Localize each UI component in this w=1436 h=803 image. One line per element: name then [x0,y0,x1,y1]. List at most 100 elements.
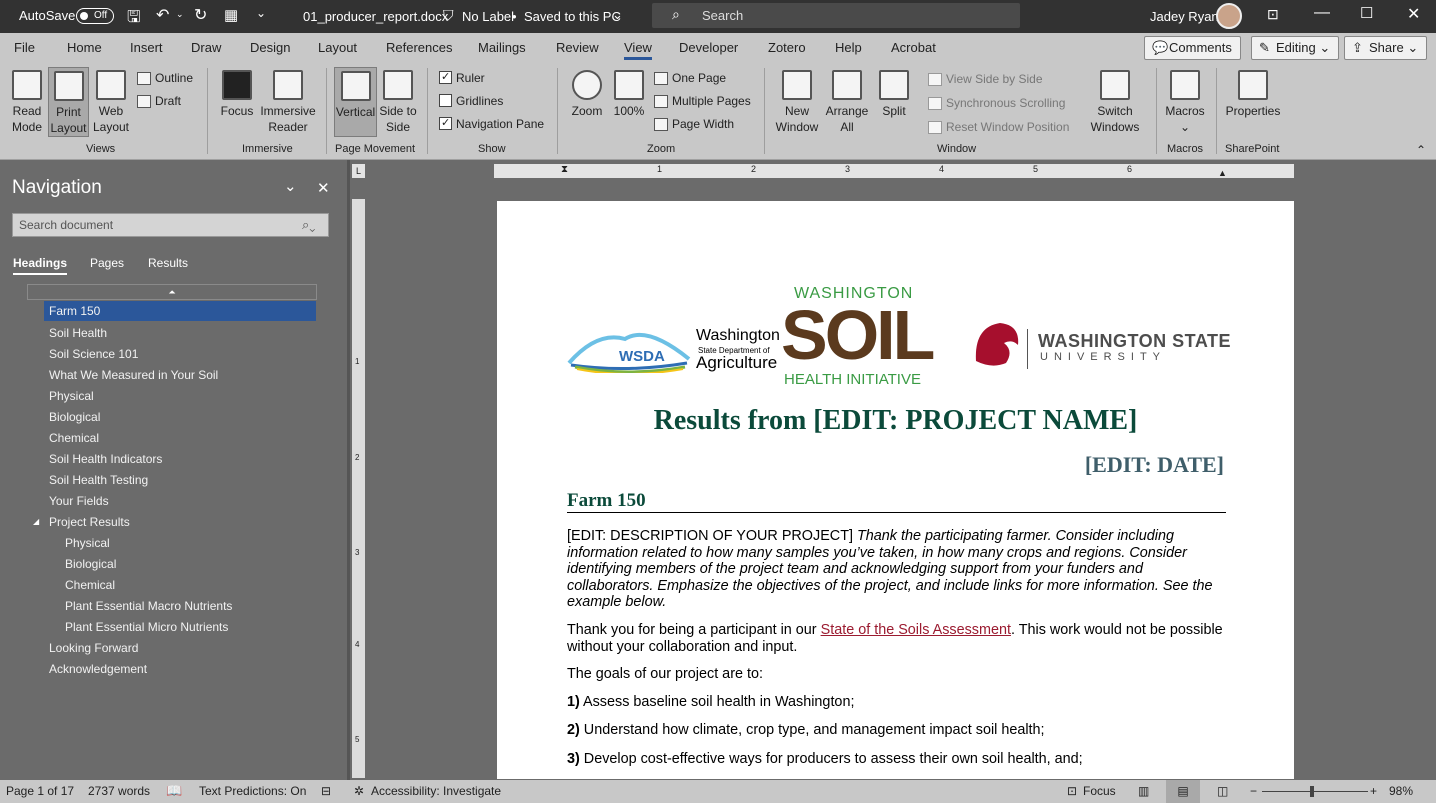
nav-heading-soil-health[interactable]: Soil Health [49,326,107,340]
ruler-checkbox[interactable]: Ruler [439,70,485,85]
synchronous-scrolling-button[interactable]: Synchronous Scrolling [928,95,1065,111]
zoom-out-icon[interactable]: − [1250,784,1257,798]
nav-heading-looking-forward[interactable]: Looking Forward [49,641,138,655]
maximize-icon[interactable]: ☐ [1360,4,1373,22]
properties-button[interactable]: Properties [1224,70,1282,119]
collapse-ribbon-icon[interactable]: ⌃ [1416,143,1426,157]
redo-icon[interactable]: ↻ [194,5,207,25]
document-filename[interactable]: 01_producer_report.docx [303,9,448,24]
read-mode-button[interactable]: Read Mode [7,70,47,135]
nav-subheading-biological[interactable]: Biological [65,557,116,571]
print-layout-icon[interactable]: ▤ [1166,780,1200,803]
nav-heading-testing[interactable]: Soil Health Testing [49,473,148,487]
nav-heading-biological[interactable]: Biological [49,410,100,424]
vertical-button[interactable]: Vertical [334,67,377,137]
vertical-ruler[interactable]: 1 2 3 4 5 [352,199,365,778]
tab-design[interactable]: Design [250,40,290,55]
nav-subheading-macro[interactable]: Plant Essential Macro Nutrients [65,599,232,613]
tab-zotero[interactable]: Zotero [768,40,806,55]
view-side-by-side-button[interactable]: View Side by Side [928,71,1043,87]
avatar[interactable] [1216,3,1242,29]
tab-file[interactable]: File [14,40,35,55]
zoom-level[interactable]: 98% [1389,784,1413,798]
read-mode-icon[interactable]: ▥ [1138,784,1149,798]
draft-button[interactable]: Draft [137,93,181,109]
web-layout-button[interactable]: Web Layout [92,70,130,135]
save-status[interactable]: Saved to this PC [524,9,621,24]
accessibility-icon[interactable]: ✲ [354,784,364,798]
undo-icon[interactable]: ↶ [156,5,169,25]
accessibility-status[interactable]: Accessibility: Investigate [371,784,501,798]
tab-draw[interactable]: Draw [191,40,221,55]
macros-button[interactable]: Macros ⌄ [1162,70,1208,135]
close-icon[interactable]: ✕ [317,179,330,197]
focus-mode-label[interactable]: Focus [1083,784,1116,798]
state-of-soils-link[interactable]: State of the Soils Assessment [821,622,1011,638]
tab-pages[interactable]: Pages [90,256,124,270]
ribbon-display-options-icon[interactable]: ⊡ [1267,6,1279,23]
table-icon[interactable]: ▦ [224,6,238,24]
tab-insert[interactable]: Insert [130,40,163,55]
word-count[interactable]: 2737 words [88,784,150,798]
nav-heading-indicators[interactable]: Soil Health Indicators [49,452,162,466]
tab-home[interactable]: Home [67,40,102,55]
macro-recording-icon[interactable]: ⊟ [321,784,331,798]
split-button[interactable]: Split [876,70,912,119]
save-icon[interactable]: 🖫 [127,6,141,33]
zoom-100-button[interactable]: 100% [612,70,646,119]
arrange-all-button[interactable]: Arrange All [824,70,870,135]
immersive-reader-button[interactable]: Immersive Reader [258,70,318,135]
tab-results[interactable]: Results [148,256,188,270]
nav-heading-soil-science[interactable]: Soil Science 101 [49,347,138,361]
tab-developer[interactable]: Developer [679,40,738,55]
tab-references[interactable]: References [386,40,452,55]
sensitivity-label[interactable]: No Label [462,9,514,24]
document-page[interactable]: WSDA Washington State Department of Agri… [497,201,1294,779]
focus-mode-icon[interactable]: ⊡ [1067,784,1077,798]
tab-acrobat[interactable]: Acrobat [891,40,936,55]
pane-splitter[interactable] [347,160,350,780]
chevron-down-icon[interactable]: ⌄ [284,177,297,195]
tab-view[interactable]: View [624,40,652,60]
project-description-paragraph[interactable]: [EDIT: DESCRIPTION OF YOUR PROJECT] Than… [567,528,1227,611]
nav-subheading-chemical[interactable]: Chemical [65,578,115,592]
undo-dropdown-icon[interactable]: ⌄ [176,9,184,20]
nav-heading-acknowledgement[interactable]: Acknowledgement [49,662,147,676]
nav-heading-your-fields[interactable]: Your Fields [49,494,109,508]
web-layout-icon[interactable]: ◫ [1217,784,1228,798]
thank-you-paragraph[interactable]: Thank you for being a participant in our… [567,622,1227,655]
autosave-toggle[interactable]: Off [76,8,114,24]
search-box[interactable]: Search [652,3,1020,28]
nav-heading-farm-150[interactable]: Farm 150 [44,301,316,321]
right-indent-marker[interactable]: ▲ [1218,168,1227,178]
zoom-button[interactable]: Zoom [568,70,606,119]
horizontal-ruler[interactable]: 1 2 3 4 5 6 ⧗ ▲ [494,164,1294,178]
minimize-icon[interactable]: — [1314,4,1330,22]
proofing-icon[interactable]: 📖 [166,783,182,799]
focus-button[interactable]: Focus [219,70,255,119]
multiple-pages-button[interactable]: Multiple Pages [654,93,751,109]
zoom-slider-thumb[interactable] [1310,786,1314,797]
nav-subheading-physical[interactable]: Physical [65,536,110,550]
zoom-in-icon[interactable]: + [1370,784,1377,798]
new-window-button[interactable]: New Window [774,70,820,135]
user-name[interactable]: Jadey Ryan [1150,9,1219,24]
indent-marker[interactable]: ⧗ [561,164,568,175]
chevron-down-icon[interactable]: ⌄ [612,7,623,23]
page-width-button[interactable]: Page Width [654,116,734,132]
nav-heading-physical[interactable]: Physical [49,389,94,403]
search-icon[interactable]: ⌕⌄ [302,217,315,233]
tab-selector[interactable]: L [352,164,365,178]
switch-windows-button[interactable]: Switch Windows [1082,70,1148,135]
gridlines-checkbox[interactable]: Gridlines [439,94,503,108]
print-layout-button[interactable]: Print Layout [48,67,89,137]
navigation-pane-checkbox[interactable]: Navigation Pane [439,116,544,131]
zoom-slider[interactable] [1262,791,1368,792]
collapse-all-button[interactable]: ⏶ [27,284,317,300]
tab-layout[interactable]: Layout [318,40,357,55]
nav-heading-what-we-measured[interactable]: What We Measured in Your Soil [49,368,218,382]
tab-headings[interactable]: Headings [13,256,68,275]
reset-window-position-button[interactable]: Reset Window Position [928,119,1069,135]
tab-help[interactable]: Help [835,40,862,55]
nav-heading-chemical[interactable]: Chemical [49,431,99,445]
